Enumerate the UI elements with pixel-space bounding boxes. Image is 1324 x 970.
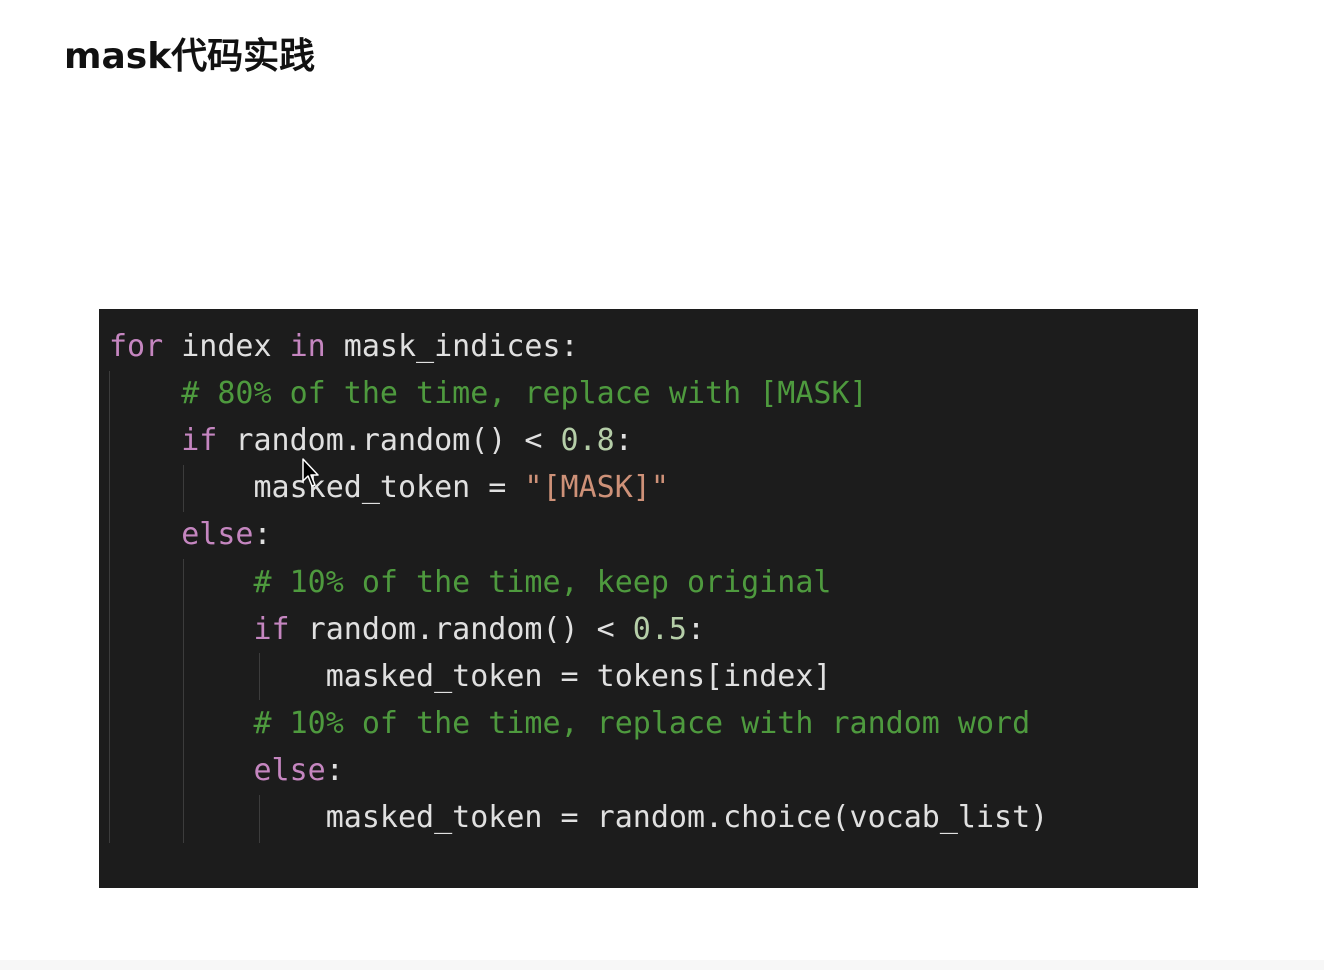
code-block: for index in mask_indices: # 80% of the … bbox=[99, 309, 1198, 888]
code-line: if random.random() < 0.5: bbox=[109, 606, 706, 653]
code-token: 0.8 bbox=[560, 423, 615, 459]
code-token: # 80% of the time, replace with [MASK] bbox=[109, 376, 868, 412]
code-token: in bbox=[289, 329, 326, 364]
code-line: for index in mask_indices: bbox=[109, 323, 579, 370]
code-token: random.random() < bbox=[217, 423, 561, 459]
code-line: if random.random() < 0.8: bbox=[109, 417, 633, 464]
code-token: : bbox=[686, 611, 706, 647]
code-token: masked_token = random.choice(vocab_list) bbox=[109, 800, 1049, 835]
code-line: else: bbox=[109, 511, 272, 558]
code-line: masked_token = random.choice(vocab_list) bbox=[109, 794, 1048, 841]
bottom-band bbox=[0, 960, 1324, 970]
code-token: # 10% of the time, replace with random w… bbox=[109, 705, 1031, 741]
code-line: else: bbox=[109, 747, 344, 794]
code-token: else bbox=[181, 517, 254, 553]
page-title: mask代码实践 bbox=[64, 36, 316, 77]
code-token: masked_token = tokens[index] bbox=[109, 658, 832, 694]
code-token: index bbox=[163, 329, 290, 364]
code-token: if bbox=[253, 611, 290, 647]
code-line: # 80% of the time, replace with [MASK] bbox=[109, 370, 868, 417]
code-line: masked_token = "[MASK]" bbox=[109, 464, 669, 511]
code-token: mask_indices: bbox=[325, 329, 579, 364]
code-token: 0.5 bbox=[632, 611, 687, 647]
code-token: # 10% of the time, keep original bbox=[109, 564, 832, 600]
code-token: else bbox=[253, 752, 326, 788]
code-token: : bbox=[325, 752, 344, 788]
code-token: if bbox=[181, 423, 218, 459]
mouse-pointer-icon bbox=[302, 458, 319, 487]
code-token: "[MASK]" bbox=[524, 470, 669, 506]
code-line: masked_token = tokens[index] bbox=[109, 653, 832, 700]
code-line: # 10% of the time, keep original bbox=[109, 559, 831, 606]
code-line: # 10% of the time, replace with random w… bbox=[109, 700, 1030, 747]
code-token: for bbox=[109, 329, 164, 364]
code-token: : bbox=[614, 423, 633, 459]
code-token: : bbox=[253, 517, 272, 553]
code-token: random.random() < bbox=[289, 611, 633, 647]
